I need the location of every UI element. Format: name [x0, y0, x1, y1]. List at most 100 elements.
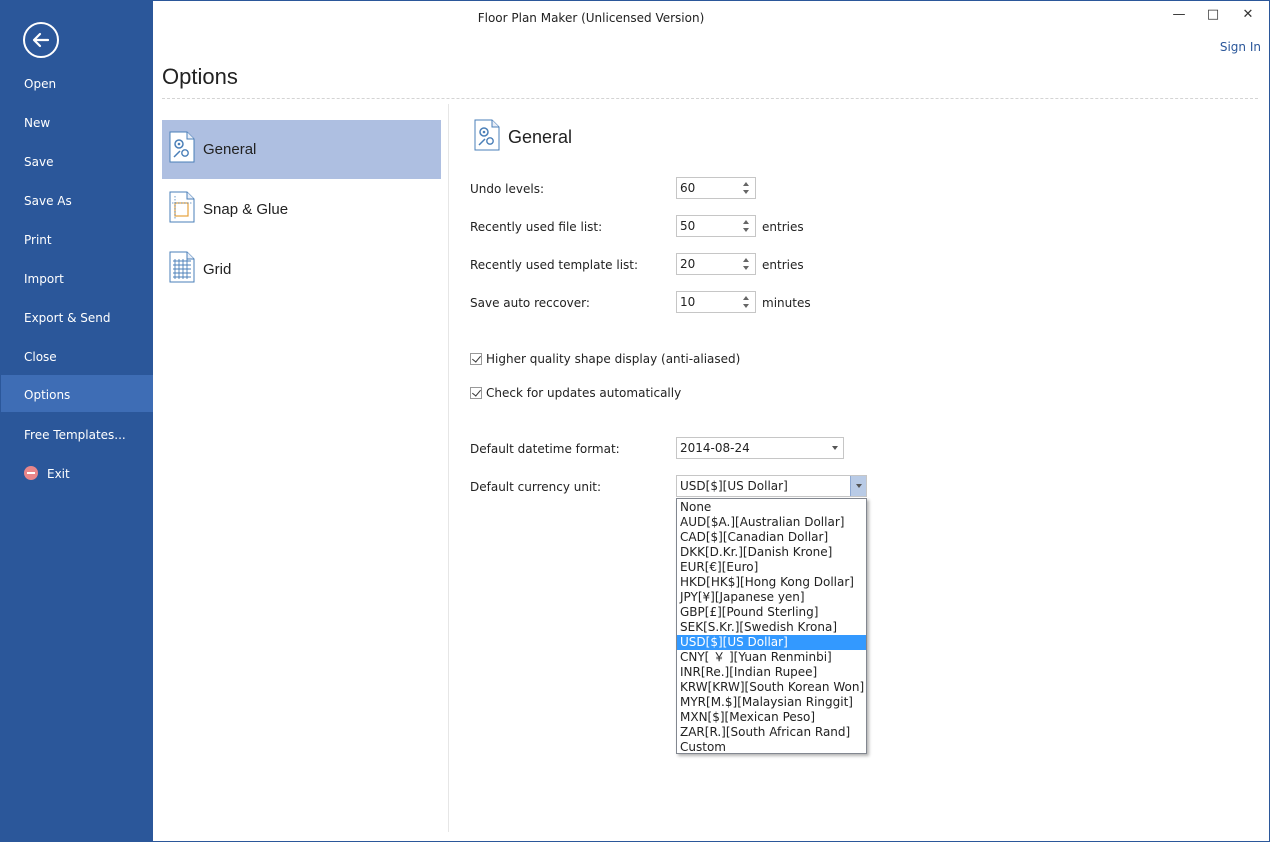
nav-label: Save: [24, 155, 54, 169]
recent-files-label: Recently used file list:: [470, 220, 603, 234]
nav-label: Close: [24, 350, 57, 364]
exit-icon: [24, 466, 38, 480]
currency-option[interactable]: JPY[¥][Japanese yen]: [677, 590, 866, 605]
decrement-icon[interactable]: [743, 266, 749, 270]
stepper-arrows: [739, 254, 755, 274]
recent-templates-input[interactable]: [677, 254, 739, 274]
category-label: General: [203, 141, 257, 158]
nav-label: Save As: [24, 194, 72, 208]
minimize-button[interactable]: —: [1169, 5, 1189, 25]
category-snap-glue[interactable]: Snap & Glue: [162, 180, 441, 239]
undo-levels-stepper: [676, 177, 756, 199]
panel-divider: [448, 104, 449, 832]
undo-levels-label: Undo levels:: [470, 182, 544, 196]
decrement-icon[interactable]: [743, 304, 749, 308]
chevron-down-icon[interactable]: [850, 476, 866, 496]
currency-option[interactable]: MYR[M.$][Malaysian Ringgit]: [677, 695, 866, 710]
currency-dropdown-list: None AUD[$A.][Australian Dollar] CAD[$][…: [676, 498, 867, 754]
increment-icon[interactable]: [743, 296, 749, 300]
close-window-button[interactable]: ✕: [1238, 5, 1258, 25]
section-title: General: [508, 127, 573, 147]
recent-files-stepper: [676, 215, 756, 237]
currency-option[interactable]: DKK[D.Kr.][Danish Krone]: [677, 545, 866, 560]
currency-option[interactable]: None: [677, 500, 866, 515]
nav-import[interactable]: Import: [1, 260, 153, 298]
currency-option[interactable]: AUD[$A.][Australian Dollar]: [677, 515, 866, 530]
general-settings-icon: [474, 119, 500, 151]
stepper-arrows: [739, 292, 755, 312]
nav-label: Free Templates...: [24, 428, 126, 442]
stepper-arrows: [739, 178, 755, 198]
nav-label: Exit: [47, 467, 70, 481]
auto-recover-unit: minutes: [762, 296, 811, 310]
currency-option[interactable]: ZAR[R.][South African Rand]: [677, 725, 866, 740]
currency-option-selected[interactable]: USD[$][US Dollar]: [677, 635, 866, 650]
nav-exit[interactable]: Exit: [1, 455, 153, 493]
currency-select[interactable]: USD[$][US Dollar]: [676, 475, 867, 497]
datetime-value: 2014-08-24: [680, 441, 750, 455]
nav-label: New: [24, 116, 51, 130]
currency-option[interactable]: INR[Re.][Indian Rupee]: [677, 665, 866, 680]
nav-label: Print: [24, 233, 52, 247]
nav-label: Export & Send: [24, 311, 111, 325]
category-label: Snap & Glue: [203, 201, 289, 218]
nav-save[interactable]: Save: [1, 143, 153, 181]
increment-icon[interactable]: [743, 258, 749, 262]
general-settings-icon: [169, 131, 195, 163]
nav-open[interactable]: Open: [1, 65, 153, 103]
sign-in-link[interactable]: Sign In: [1220, 40, 1261, 54]
recent-files-input[interactable]: [677, 216, 739, 236]
high-quality-label: Higher quality shape display (anti-alias…: [486, 352, 741, 366]
check-updates-checkbox[interactable]: [470, 387, 482, 399]
high-quality-checkbox[interactable]: [470, 353, 482, 365]
nav-save-as[interactable]: Save As: [1, 182, 153, 220]
currency-option[interactable]: SEK[S.Kr.][Swedish Krona]: [677, 620, 866, 635]
increment-icon[interactable]: [743, 182, 749, 186]
category-label: Grid: [203, 261, 232, 278]
currency-option[interactable]: GBP[£][Pound Sterling]: [677, 605, 866, 620]
datetime-select[interactable]: 2014-08-24: [676, 437, 844, 459]
nav-options[interactable]: Options: [1, 375, 153, 412]
recent-templates-unit: entries: [762, 258, 804, 272]
options-window: Open New Save Save As Print Import Expor…: [0, 0, 1270, 842]
category-grid[interactable]: Grid: [162, 240, 441, 299]
chevron-down-icon[interactable]: [827, 438, 843, 458]
nav-label: Import: [24, 272, 64, 286]
currency-option[interactable]: MXN[$][Mexican Peso]: [677, 710, 866, 725]
recent-files-unit: entries: [762, 220, 804, 234]
currency-option[interactable]: CNY[ ￥ ][Yuan Renminbi]: [677, 650, 866, 665]
decrement-icon[interactable]: [743, 228, 749, 232]
nav-free-templates[interactable]: Free Templates...: [1, 416, 153, 454]
check-updates-checkbox-row[interactable]: Check for updates automatically: [470, 386, 681, 400]
window-title: Floor Plan Maker (Unlicensed Version): [477, 11, 705, 25]
nav-label: Open: [24, 77, 57, 91]
back-arrow-icon: [32, 32, 50, 48]
high-quality-checkbox-row[interactable]: Higher quality shape display (anti-alias…: [470, 352, 740, 366]
currency-option[interactable]: CAD[$][Canadian Dollar]: [677, 530, 866, 545]
nav-label: Options: [24, 388, 71, 402]
currency-option[interactable]: EUR[€][Euro]: [677, 560, 866, 575]
stepper-arrows: [739, 216, 755, 236]
currency-value: USD[$][US Dollar]: [680, 479, 788, 493]
nav-export-send[interactable]: Export & Send: [1, 299, 153, 337]
nav-new[interactable]: New: [1, 104, 153, 142]
back-button[interactable]: [23, 22, 59, 58]
currency-option[interactable]: KRW[KRW][South Korean Won]: [677, 680, 866, 695]
currency-option[interactable]: Custom: [677, 740, 866, 755]
nav-print[interactable]: Print: [1, 221, 153, 259]
nav-close[interactable]: Close: [1, 338, 153, 376]
decrement-icon[interactable]: [743, 190, 749, 194]
grid-icon: [169, 251, 195, 283]
maximize-button[interactable]: □: [1203, 5, 1223, 25]
category-general[interactable]: General: [162, 120, 441, 179]
auto-recover-input[interactable]: [677, 292, 739, 312]
page-title: Options: [162, 64, 238, 89]
auto-recover-stepper: [676, 291, 756, 313]
increment-icon[interactable]: [743, 220, 749, 224]
recent-templates-stepper: [676, 253, 756, 275]
currency-option[interactable]: HKD[HK$][Hong Kong Dollar]: [677, 575, 866, 590]
datetime-label: Default datetime format:: [470, 442, 620, 456]
undo-levels-input[interactable]: [677, 178, 739, 198]
auto-recover-label: Save auto reccover:: [470, 296, 590, 310]
currency-label: Default currency unit:: [470, 480, 602, 494]
